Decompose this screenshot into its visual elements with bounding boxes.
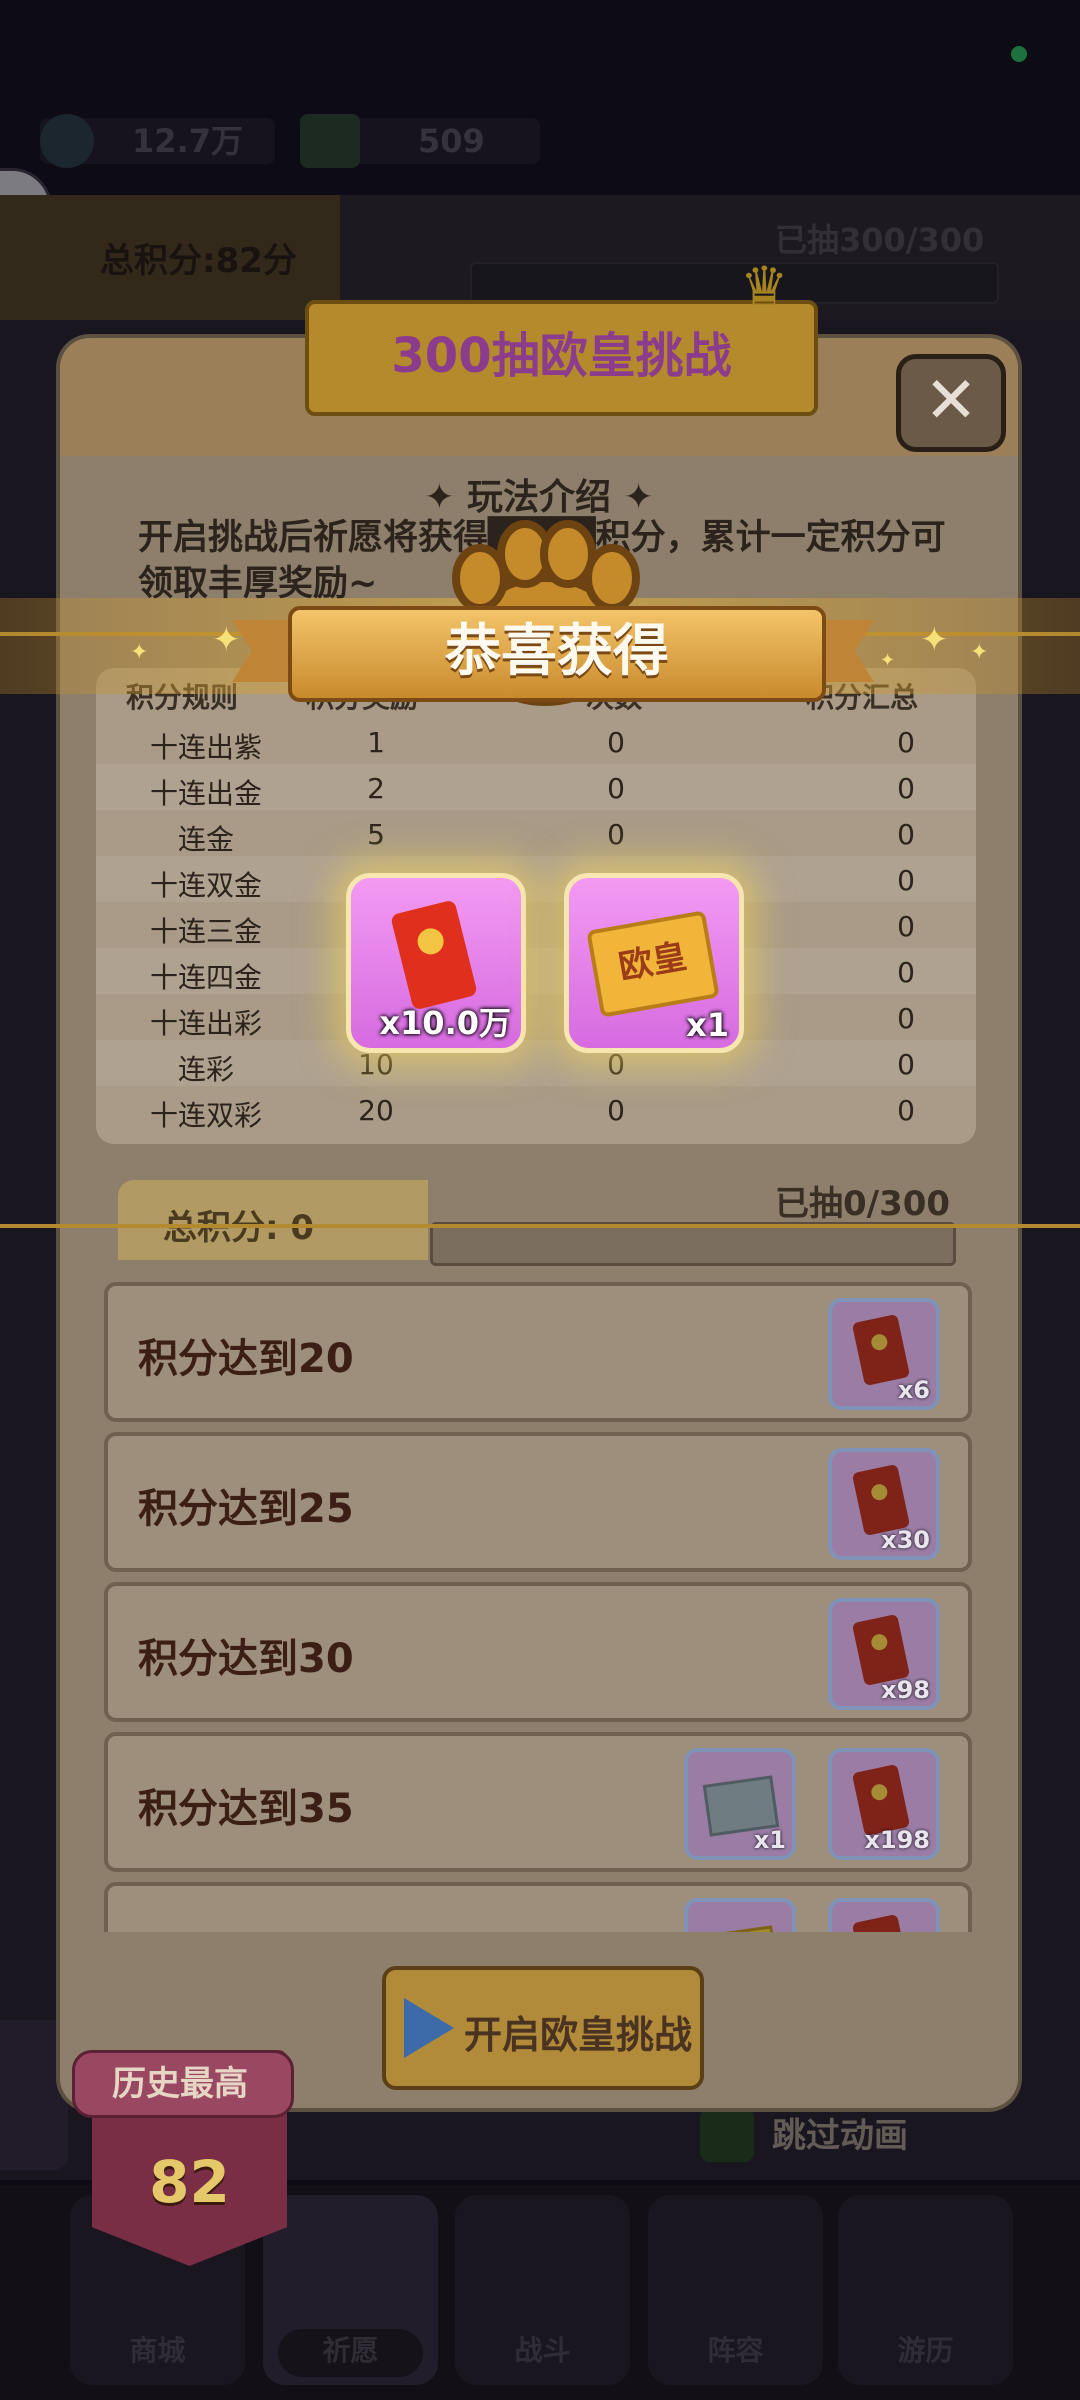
rule-count: 0 — [607, 1094, 625, 1127]
reward-item-red-envelope[interactable] — [828, 1898, 940, 1932]
reward-threshold-label: 积分达到30 — [138, 1636, 354, 1682]
rules-row: 十连双金 0 — [96, 856, 976, 902]
reward-item-ticket[interactable]: x1 — [684, 1748, 796, 1860]
reward-row: 积分达到25 x30 — [104, 1432, 972, 1572]
reward-row: 积分达到20 x6 — [104, 1282, 972, 1422]
prize-qty: x1 — [686, 1006, 729, 1044]
gold-ticket-icon — [702, 1925, 780, 1932]
rule-points: 20 — [358, 1094, 394, 1127]
crown-icon: ♛ — [740, 255, 789, 318]
prize-ouhuang-card[interactable]: 欧皇 x1 — [564, 873, 744, 1053]
rule-name: 十连出金 — [149, 777, 262, 810]
rule-total: 0 — [897, 956, 915, 989]
reward-row: 积分达到30 x98 — [104, 1582, 972, 1722]
rule-name: 十连出彩 — [149, 1007, 262, 1040]
sparkle-icon: ✦ — [970, 640, 989, 665]
rule-points: 2 — [367, 772, 385, 805]
play-icon — [404, 1998, 454, 2058]
sparkle-icon: ✦ — [880, 650, 896, 671]
gold-divider-bottom — [0, 1224, 1080, 1228]
rule-total: 0 — [897, 1094, 915, 1127]
prize-red-envelope[interactable]: x10.0万 — [346, 873, 526, 1053]
close-button[interactable]: ✕ — [896, 354, 1006, 452]
history-best-value: 82 — [149, 2148, 230, 2216]
rule-total: 0 — [897, 864, 915, 897]
rule-total: 0 — [897, 1002, 915, 1035]
rules-row: 十连四金 0 — [96, 948, 976, 994]
start-challenge-label: 开启欧皇挑战 — [464, 2013, 693, 2057]
sparkle-icon: ✦ — [212, 620, 241, 660]
history-best-label: 历史最高 — [112, 2064, 248, 2104]
rule-name: 十连出紫 — [149, 731, 262, 764]
rules-row: 十连出金 2 0 0 — [96, 764, 976, 810]
reward-row: 积分达到35 x1 x198 — [104, 1732, 972, 1872]
rule-name: 十连双彩 — [149, 1099, 262, 1132]
reward-list[interactable]: 积分达到20 x6 积分达到25 x30 积分达到30 x98 积分达到35 x… — [96, 1268, 986, 1932]
rules-row: 十连三金 0 — [96, 902, 976, 948]
reward-item-qty: x98 — [881, 1676, 930, 1704]
rules-row: 十连出紫 1 0 0 — [96, 718, 976, 764]
reward-threshold-label: 积分达到25 — [138, 1486, 354, 1532]
reward-item-ticket-gold[interactable] — [684, 1898, 796, 1932]
ouhuang-card-icon: 欧皇 — [586, 910, 720, 1018]
rule-name: 连金 — [177, 823, 234, 856]
rule-total: 0 — [897, 772, 915, 805]
drawn-count: 已抽0/300 — [775, 1184, 951, 1224]
progress-bar — [430, 1222, 956, 1266]
congrats-title: 恭喜获得 — [288, 606, 826, 702]
total-score-tab: 总积分: 0 — [118, 1180, 428, 1260]
start-challenge-button[interactable]: 开启欧皇挑战 — [382, 1966, 704, 2090]
rule-total: 0 — [897, 1048, 915, 1081]
reward-row — [104, 1882, 972, 1932]
rule-points: 5 — [367, 818, 385, 851]
reward-item-red-envelope[interactable]: x30 — [828, 1448, 940, 1560]
rule-total: 0 — [897, 910, 915, 943]
reward-item-red-envelope[interactable]: x6 — [828, 1298, 940, 1410]
reward-item-qty: x198 — [864, 1826, 930, 1854]
rule-name: 连彩 — [177, 1053, 234, 1086]
rule-points: 1 — [367, 726, 385, 759]
rule-name: 十连四金 — [149, 961, 262, 994]
reward-item-red-envelope[interactable]: x98 — [828, 1598, 940, 1710]
rule-name: 十连三金 — [149, 915, 262, 948]
rule-count: 0 — [607, 772, 625, 805]
rule-count: 0 — [607, 818, 625, 851]
sparkle-icon: ✦ — [130, 640, 149, 665]
rule-count: 0 — [607, 726, 625, 759]
reward-item-qty: x1 — [753, 1826, 786, 1854]
rule-total: 0 — [897, 726, 915, 759]
rule-total: 0 — [897, 818, 915, 851]
intro-title: ✦ 玩法介绍 ✦ — [424, 477, 654, 518]
rules-row: 连彩 10 0 0 — [96, 1040, 976, 1086]
rules-table: 积分规则 积分奖励 次数 积分汇总 十连出紫100 十连出金200 连金500 … — [96, 668, 976, 1144]
reward-item-qty: x6 — [897, 1376, 930, 1404]
reward-threshold-label: 积分达到35 — [138, 1786, 354, 1832]
reward-item-red-envelope[interactable]: x198 — [828, 1748, 940, 1860]
red-envelope-icon — [851, 1913, 911, 1932]
prize-qty: x10.0万 — [379, 1004, 511, 1042]
rule-name: 十连双金 — [149, 869, 262, 902]
sparkle-icon: ✦ — [920, 620, 949, 660]
red-envelope-icon — [390, 899, 478, 1011]
rules-row: 十连出彩 0 — [96, 994, 976, 1040]
reward-threshold-label: 积分达到20 — [138, 1336, 354, 1382]
rules-row: 十连双彩 20 0 0 — [96, 1086, 976, 1132]
reward-item-qty: x30 — [881, 1526, 930, 1554]
rules-row: 连金 5 0 0 — [96, 810, 976, 856]
